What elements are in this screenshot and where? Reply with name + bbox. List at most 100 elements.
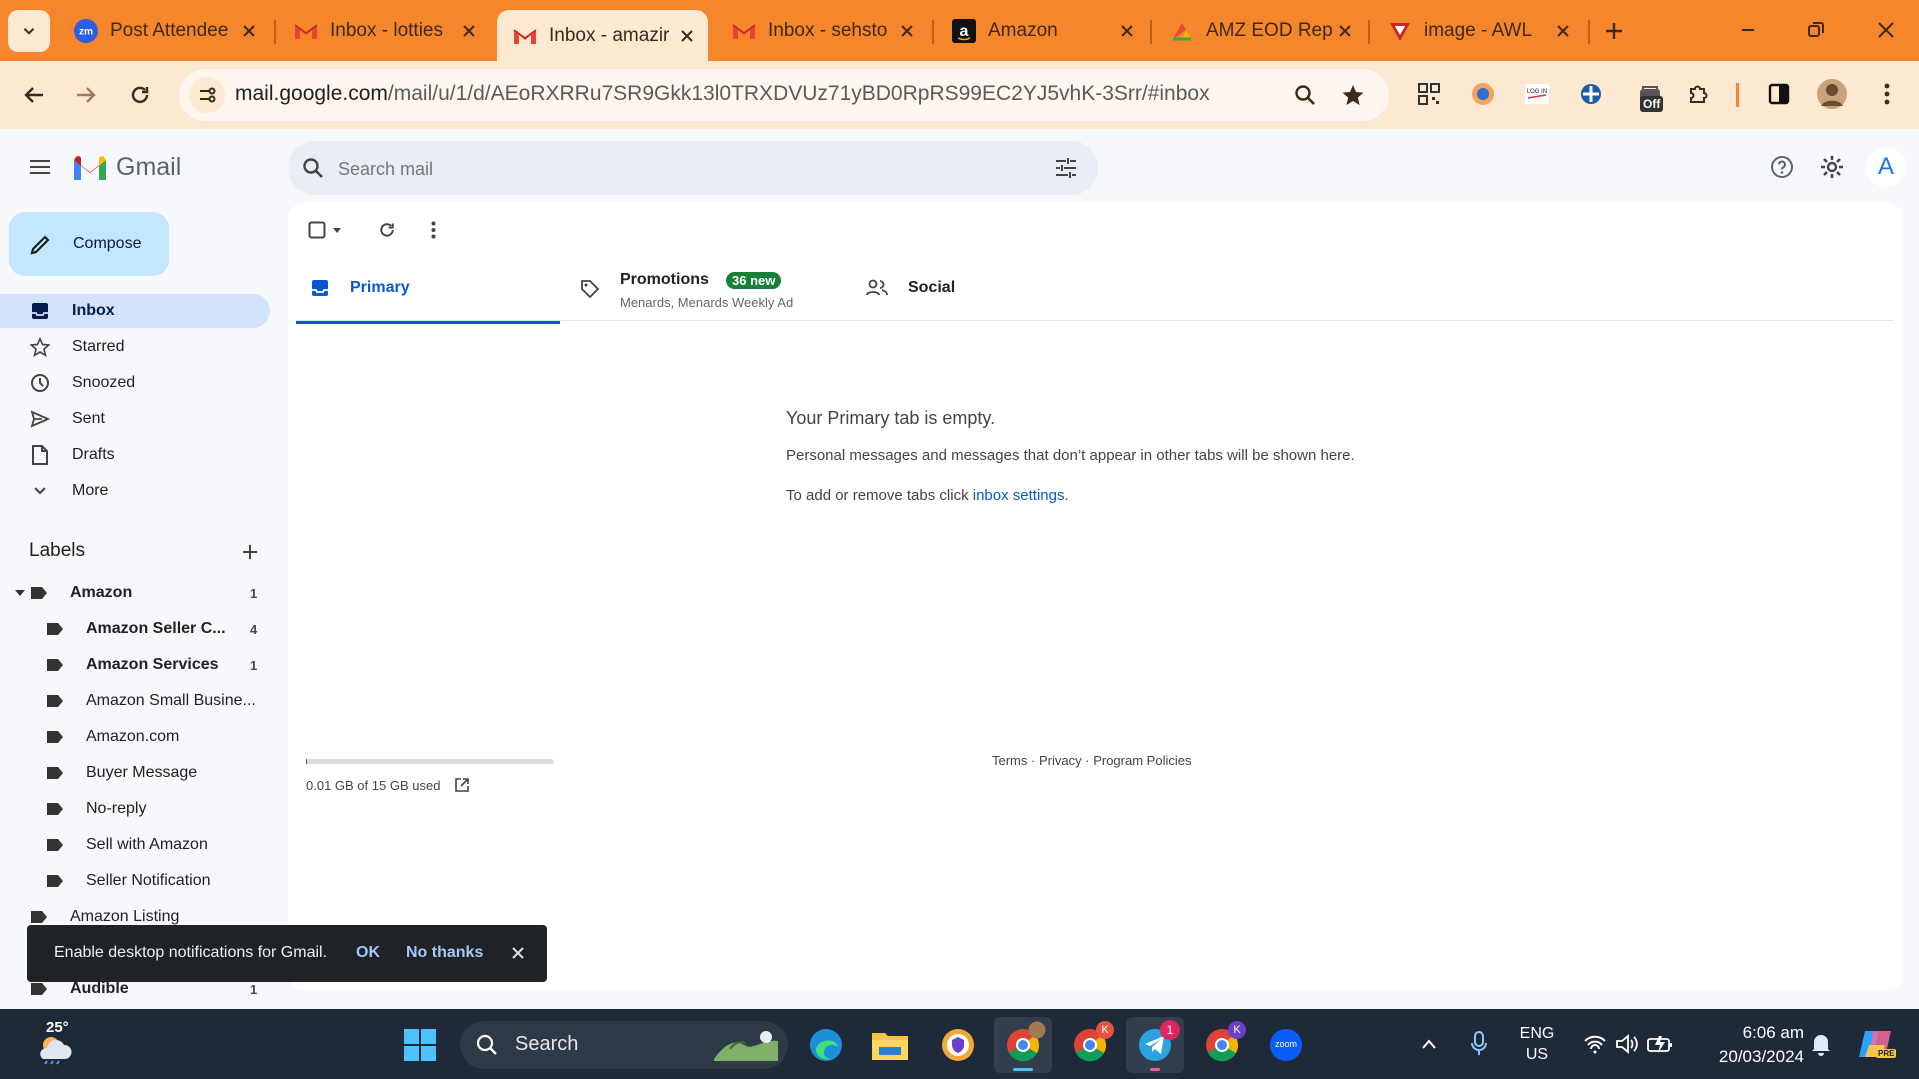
search-mail-bar[interactable] — [288, 141, 1098, 195]
inbox-settings-link[interactable]: inbox settings — [973, 487, 1065, 504]
create-label-button[interactable] — [236, 538, 264, 566]
close-window-button[interactable] — [1866, 12, 1906, 48]
forward-button[interactable] — [66, 75, 106, 115]
main-menu-button[interactable] — [20, 147, 60, 187]
search-options-icon[interactable] — [1054, 157, 1078, 179]
extensions-button[interactable] — [1682, 77, 1716, 111]
browser-tab-inbox-sehsto[interactable]: Inbox - sehsto — [716, 10, 928, 52]
address-bar[interactable]: mail.google.com/mail/u/1/d/AEoRXRRu7SR9G… — [179, 69, 1389, 121]
gmail-wordmark: Gmail — [116, 153, 182, 181]
chrome-app-button-profile-k2[interactable]: K — [1198, 1021, 1246, 1069]
settings-button[interactable] — [1814, 149, 1850, 185]
nav-sent[interactable]: Sent — [0, 402, 270, 436]
label-buyer-message[interactable]: Buyer Message — [46, 758, 197, 788]
program-policies-link[interactable]: Program Policies — [1093, 753, 1191, 768]
zoom-app-button[interactable]: zoom — [1262, 1021, 1310, 1069]
vpn-app-button[interactable] — [934, 1021, 982, 1069]
refresh-button[interactable] — [372, 215, 402, 245]
close-tab-icon[interactable] — [896, 20, 918, 42]
close-icon[interactable] — [511, 946, 525, 960]
restore-button[interactable] — [1796, 12, 1836, 48]
label-amazon-com[interactable]: Amazon.com — [46, 722, 179, 752]
close-tab-icon[interactable] — [1334, 20, 1356, 42]
close-tab-icon[interactable] — [1552, 20, 1574, 42]
label-sell-with-amazon[interactable]: Sell with Amazon — [46, 830, 208, 860]
label-amazon-seller-central[interactable]: Amazon Seller C... 4 — [46, 614, 257, 644]
account-avatar[interactable]: A — [1866, 147, 1906, 187]
tab-promotions[interactable]: Promotions 36 new Menards, Menards Weekl… — [578, 255, 842, 321]
tab-primary[interactable]: Primary — [296, 255, 560, 324]
zoom-lens-button[interactable] — [1289, 79, 1321, 111]
label-amazon[interactable]: Amazon 1 — [14, 578, 257, 608]
caret-down-icon[interactable] — [14, 588, 26, 598]
close-tab-icon[interactable] — [238, 20, 260, 42]
new-tab-button[interactable] — [1596, 13, 1632, 49]
extension-blue-button[interactable] — [1574, 77, 1608, 111]
close-tab-icon[interactable] — [676, 25, 698, 47]
snackbar-no-thanks-button[interactable]: No thanks — [406, 944, 483, 962]
reload-button[interactable] — [120, 75, 160, 115]
start-button[interactable] — [398, 1023, 442, 1067]
extension-off-button[interactable]: Off — [1630, 77, 1670, 115]
edge-app-button[interactable] — [802, 1021, 850, 1069]
browser-tab-post-attendee[interactable]: zm Post Attendee — [58, 10, 270, 52]
file-explorer-button[interactable] — [866, 1021, 914, 1069]
bookmark-button[interactable] — [1337, 79, 1369, 111]
language-indicator[interactable]: ENG US — [1516, 1023, 1558, 1065]
browser-tab-amz-eod[interactable]: AMZ EOD Rep — [1154, 10, 1366, 52]
login-icon: LOG IN — [1525, 84, 1549, 104]
clock[interactable]: 6:06 am 20/03/2024 — [1694, 1021, 1804, 1069]
extension-login-button[interactable]: LOG IN — [1520, 77, 1554, 111]
label-amazon-services[interactable]: Amazon Services 1 — [46, 650, 257, 680]
notifications-button[interactable] — [1806, 1027, 1836, 1061]
support-button[interactable] — [1764, 149, 1800, 185]
caret-down-icon[interactable] — [332, 226, 342, 234]
telegram-app-button[interactable]: 1 — [1126, 1017, 1184, 1073]
url-path: /mail/u/1/d/AEoRXRRu7SR9Gkk13l0TRXDVUz71… — [387, 82, 1210, 105]
gmail-logo[interactable]: Gmail — [72, 153, 181, 182]
extension-qr-button[interactable] — [1412, 77, 1446, 111]
nav-more[interactable]: More — [0, 474, 270, 508]
search-icon[interactable] — [302, 157, 324, 179]
copilot-button[interactable]: PRE — [1852, 1023, 1898, 1065]
browser-tab-inbox-amazir[interactable]: Inbox - amazir — [497, 10, 708, 61]
weather-widget[interactable]: 25° — [24, 1019, 84, 1071]
label-amazon-small-business[interactable]: Amazon Small Busine... — [46, 686, 256, 716]
browser-tab-inbox-lotties[interactable]: Inbox - lotties — [278, 10, 490, 52]
extension-orange-button[interactable] — [1466, 77, 1500, 111]
privacy-link[interactable]: Privacy — [1039, 753, 1082, 768]
minimize-button[interactable] — [1728, 12, 1768, 48]
tab-search-button[interactable] — [8, 10, 50, 52]
close-tab-icon[interactable] — [458, 20, 480, 42]
browser-menu-button[interactable] — [1870, 77, 1904, 111]
snackbar-ok-button[interactable]: OK — [356, 944, 380, 962]
chrome-app-button-active[interactable] — [994, 1017, 1052, 1073]
compose-button[interactable]: Compose — [9, 212, 169, 276]
back-button[interactable] — [14, 75, 54, 115]
browser-tab-image-awl[interactable]: image - AWL — [1372, 10, 1584, 52]
microphone-button[interactable] — [1464, 1027, 1494, 1061]
refresh-icon — [380, 223, 394, 237]
chrome-app-button-profile-k[interactable]: K — [1066, 1021, 1114, 1069]
side-panel-button[interactable] — [1762, 77, 1796, 111]
label-no-reply[interactable]: No-reply — [46, 794, 146, 824]
zoom-app-label: zoom — [1274, 1039, 1297, 1049]
taskbar-search-box[interactable]: Search — [460, 1021, 788, 1069]
tab-social[interactable]: Social — [860, 255, 1124, 321]
nav-snoozed[interactable]: Snoozed — [0, 366, 270, 400]
site-info-icon[interactable] — [189, 77, 225, 113]
nav-inbox[interactable]: Inbox — [0, 294, 270, 328]
show-hidden-icons-button[interactable] — [1414, 1029, 1444, 1059]
label-seller-notification[interactable]: Seller Notification — [46, 866, 211, 896]
search-input[interactable] — [336, 153, 990, 185]
nav-starred[interactable]: Starred — [0, 330, 270, 364]
nav-drafts[interactable]: Drafts — [0, 438, 270, 472]
profile-avatar-button[interactable] — [1814, 76, 1850, 112]
network-volume-battery-button[interactable] — [1578, 1027, 1678, 1061]
more-actions-button[interactable] — [418, 215, 448, 245]
external-link-icon[interactable] — [454, 777, 470, 793]
close-tab-icon[interactable] — [1116, 20, 1138, 42]
browser-tab-amazon[interactable]: a Amazon — [936, 10, 1148, 52]
terms-link[interactable]: Terms — [992, 753, 1027, 768]
select-all-checkbox[interactable] — [308, 221, 342, 239]
